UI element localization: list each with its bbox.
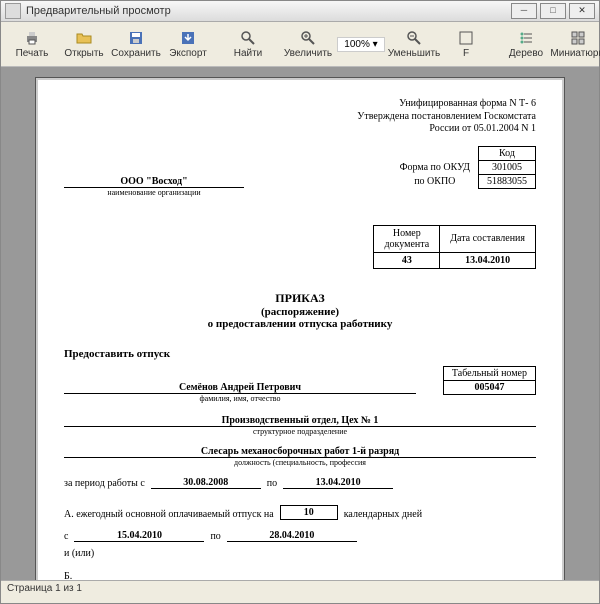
- doc-title: ПРИКАЗ: [64, 291, 536, 306]
- section-b-row: Б.: [64, 571, 536, 581]
- zoom-in-button[interactable]: Увеличить: [283, 28, 333, 61]
- save-button[interactable]: Сохранить: [111, 28, 161, 61]
- doc-subtitle1: (распоряжение): [64, 306, 536, 318]
- annual-from: 15.04.2010: [74, 530, 204, 542]
- form-line1: Унифицированная форма N Т- 6: [64, 98, 536, 111]
- annual-row: А. ежегодный основной оплачиваемый отпус…: [64, 505, 536, 520]
- doc-subtitle2: о предоставлении отпуска работнику: [64, 318, 536, 330]
- find-button[interactable]: Найти: [223, 28, 273, 61]
- preview-window: Предварительный просмотр ─ □ ✕ Печать От…: [0, 0, 600, 604]
- okpo-label: по ОКПО: [392, 174, 479, 188]
- okpo-value: 51883055: [479, 174, 536, 188]
- code-header: Код: [479, 146, 536, 160]
- from-label: с: [64, 531, 68, 542]
- export-icon: [180, 30, 196, 46]
- annual-dates-row: с 15.04.2010 по 28.04.2010: [64, 530, 536, 542]
- zoom-value-text: 100%: [344, 39, 370, 50]
- export-label: Экспорт: [169, 48, 207, 59]
- workarea: Унифицированная форма N Т- 6 Утверждена …: [1, 67, 599, 580]
- print-button[interactable]: Печать: [7, 28, 57, 61]
- find-label: Найти: [234, 48, 263, 59]
- docnum-header: Номер документа: [374, 225, 440, 252]
- b-label: Б.: [64, 571, 72, 581]
- employee-fio: Семёнов Андрей Петрович: [64, 378, 416, 394]
- department-caption: структурное подразделение: [64, 427, 536, 436]
- zoom-in-icon: [300, 30, 316, 46]
- okud-label: Форма по ОКУД: [392, 160, 479, 174]
- org-caption: наименование организации: [64, 188, 244, 197]
- form-line3: России от 05.01.2004 N 1: [64, 123, 536, 136]
- save-label: Сохранить: [111, 48, 161, 59]
- thumbnails-icon: [570, 30, 586, 46]
- codes-box: Код Форма по ОКУД301005 по ОКПО51883055: [392, 146, 536, 189]
- page-status: Страница 1 из 1: [7, 583, 82, 594]
- printer-icon: [24, 30, 40, 46]
- period-from: 30.08.2008: [151, 477, 261, 489]
- and-or: и (или): [64, 548, 536, 559]
- zoom-value[interactable]: 100% ▾: [337, 37, 385, 52]
- org-name: ООО "Восход": [64, 176, 244, 188]
- tabnum-box: Табельный номер 005047: [443, 366, 536, 395]
- fio-caption: фамилия, имя, отчество: [64, 394, 416, 403]
- print-label: Печать: [16, 48, 49, 59]
- form-header: Унифицированная форма N Т- 6 Утверждена …: [64, 98, 536, 136]
- toolbar: Печать Открыть Сохранить Экспорт Найти: [1, 22, 599, 67]
- export-button[interactable]: Экспорт: [163, 28, 213, 61]
- form-line2: Утверждена постановлением Госкомстата: [64, 111, 536, 124]
- open-label: Открыть: [64, 48, 103, 59]
- zoom-out-button[interactable]: Уменьшить: [389, 28, 439, 61]
- thumbnails-label: Миниатюры: [550, 48, 600, 59]
- titlebar: Предварительный просмотр ─ □ ✕: [1, 1, 599, 22]
- grant-label: Предоставить отпуск: [64, 348, 536, 360]
- to-label: по: [210, 531, 220, 542]
- open-button[interactable]: Открыть: [59, 28, 109, 61]
- tabnum-header: Табельный номер: [443, 366, 535, 380]
- annual-label: А. ежегодный основной оплачиваемый отпус…: [64, 509, 274, 520]
- zoom-out-label: Уменьшить: [388, 48, 440, 59]
- thumbnails-button[interactable]: Миниатюры: [553, 28, 600, 61]
- department: Производственный отдел, Цех № 1: [64, 411, 536, 427]
- statusbar: Страница 1 из 1: [1, 580, 599, 603]
- annual-days-label: календарных дней: [344, 509, 422, 520]
- position-caption: должность (специальность, профессия: [64, 458, 536, 467]
- annual-to: 28.04.2010: [227, 530, 357, 542]
- period-to-label: по: [267, 478, 277, 489]
- maximize-button[interactable]: □: [540, 3, 566, 19]
- fullscreen-label: F: [463, 48, 469, 59]
- window-title: Предварительный просмотр: [26, 5, 171, 17]
- tabnum-value: 005047: [443, 380, 535, 394]
- search-icon: [240, 30, 256, 46]
- floppy-icon: [128, 30, 144, 46]
- annual-days: 10: [280, 505, 338, 520]
- doc-meta: Номер документа Дата составления 43 13.0…: [373, 225, 536, 269]
- minimize-button[interactable]: ─: [511, 3, 537, 19]
- period-to: 13.04.2010: [283, 477, 393, 489]
- work-period-row: за период работы с 30.08.2008 по 13.04.2…: [64, 477, 536, 489]
- document-page: Унифицированная форма N Т- 6 Утверждена …: [35, 77, 565, 580]
- zoom-out-icon: [406, 30, 422, 46]
- tree-label: Дерево: [509, 48, 543, 59]
- docnum-value: 43: [374, 252, 440, 268]
- zoom-in-label: Увеличить: [284, 48, 332, 59]
- app-icon: [5, 3, 21, 19]
- fullscreen-button[interactable]: F: [441, 28, 491, 61]
- okud-value: 301005: [479, 160, 536, 174]
- folder-open-icon: [76, 30, 92, 46]
- period-label: за период работы с: [64, 478, 145, 489]
- position: Слесарь механосборочных работ 1-й разряд: [64, 442, 536, 458]
- tree-button[interactable]: Дерево: [501, 28, 551, 61]
- fullscreen-icon: [458, 30, 474, 46]
- close-button[interactable]: ✕: [569, 3, 595, 19]
- docdate-value: 13.04.2010: [440, 252, 536, 268]
- tree-icon: [518, 30, 534, 46]
- scroll-area[interactable]: Унифицированная форма N Т- 6 Утверждена …: [1, 67, 599, 580]
- docdate-header: Дата составления: [440, 225, 536, 252]
